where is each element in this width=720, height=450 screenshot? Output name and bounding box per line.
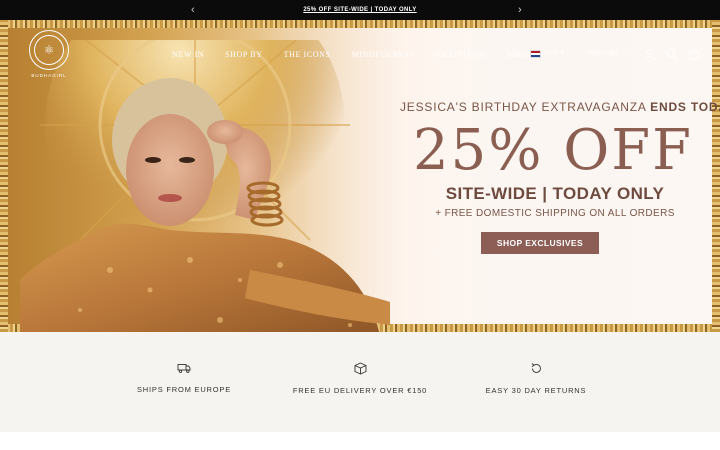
promo-subheadline: SITE-WIDE | TODAY ONLY (445, 184, 665, 203)
promo-shipping-note: + FREE DOMESTIC SHIPPING ON ALL ORDERS (435, 208, 675, 219)
account-icon[interactable] (644, 48, 656, 60)
site-header: ⚛ BUDHAGIRL NEW IN SHOP BY THE ICONS MIN… (0, 20, 720, 90)
shop-exclusives-button[interactable]: SHOP EXCLUSIVES (480, 232, 600, 254)
bag-icon[interactable] (688, 48, 700, 60)
currency-selector[interactable]: EUR € ⌄ (530, 50, 575, 58)
announcement-bar: ‹ 25% OFF SITE-WIDE | TODAY ONLY › (0, 0, 720, 20)
main-nav: NEW IN SHOP BY THE ICONS MINDFULNESS GRA… (172, 50, 537, 59)
promo-eyebrow: JESSICA'S BIRTHDAY EXTRAVAGANZA ENDS TOD… (400, 100, 720, 114)
logo-badge: ⚛ (29, 30, 69, 70)
chevron-down-icon: ⌄ (569, 51, 575, 58)
nav-item-gratitude[interactable]: GRATITUDE (435, 50, 485, 59)
chevron-right-icon[interactable]: › (518, 3, 522, 17)
chevron-down-icon: ⌄ (622, 51, 628, 58)
feature-item: SHIPS FROM EUROPE (94, 362, 274, 394)
header-tools: EUR € ⌄ ENGLISH ⌄ (530, 48, 700, 60)
language-selector[interactable]: ENGLISH ⌄ (589, 51, 628, 58)
feature-label: FREE EU DELIVERY OVER €150 (292, 386, 428, 395)
currency-label: EUR € (545, 51, 565, 57)
promo-block: JESSICA'S BIRTHDAY EXTRAVAGANZA ENDS TOD… (400, 100, 720, 254)
promo-eyebrow-text: JESSICA'S BIRTHDAY EXTRAVAGANZA (400, 100, 651, 114)
language-label: ENGLISH (588, 51, 618, 57)
truck-icon (177, 364, 191, 373)
chevron-left-icon[interactable]: ‹ (191, 3, 195, 17)
box-icon (354, 362, 366, 375)
nav-item-new-in[interactable]: NEW IN (172, 50, 204, 59)
feature-label: EASY 30 DAY RETURNS (485, 386, 587, 395)
return-icon (531, 363, 541, 373)
logo-mark-icon: ⚛ (34, 35, 64, 65)
promo-eyebrow-emphasis: ENDS TODAY (650, 100, 720, 114)
promo-headline: 25% OFF (413, 118, 693, 183)
features-strip: SHIPS FROM EUROPE FREE EU DELIVERY OVER … (0, 332, 720, 432)
nav-item-mindfulness[interactable]: MINDFULNESS (352, 50, 415, 59)
netherlands-flag-icon (530, 50, 541, 58)
nav-item-shop-by[interactable]: SHOP BY (225, 50, 262, 59)
brand-logo[interactable]: ⚛ BUDHAGIRL (28, 30, 70, 80)
logo-text: BUDHAGIRL (31, 73, 67, 78)
search-icon[interactable] (666, 48, 678, 60)
feature-item: FREE EU DELIVERY OVER €150 (270, 362, 450, 395)
feature-item: EASY 30 DAY RETURNS (446, 362, 626, 395)
feature-label: SHIPS FROM EUROPE (136, 385, 232, 394)
page-bottom (0, 432, 720, 450)
announcement-link[interactable]: 25% OFF SITE-WIDE | TODAY ONLY (303, 7, 416, 13)
nav-item-the-icons[interactable]: THE ICONS (284, 50, 331, 59)
